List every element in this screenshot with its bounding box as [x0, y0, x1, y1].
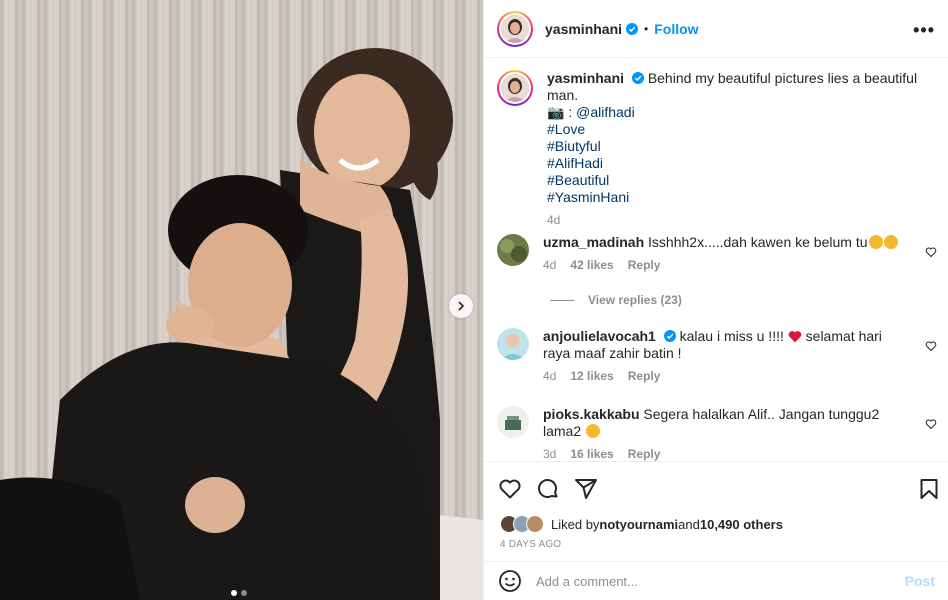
- comment-text: kalau i miss u !!!!: [679, 328, 788, 344]
- comment-username[interactable]: uzma_madinah: [543, 234, 644, 250]
- comment-input[interactable]: [536, 573, 905, 589]
- comment-age: 4d: [543, 369, 557, 383]
- like-comment-heart-icon[interactable]: [925, 246, 937, 258]
- avatar-image: [501, 14, 529, 43]
- more-options-icon[interactable]: •••: [913, 20, 935, 41]
- hashtag-link[interactable]: #AlifHadi: [547, 155, 937, 172]
- credit-prefix: :: [564, 104, 577, 120]
- comment-item: pioks.kakkabu Segera halalkan Alif.. Jan…: [497, 406, 937, 461]
- liker-avatar: [526, 515, 544, 533]
- post-header: yasminhani • Follow •••: [484, 0, 948, 58]
- liked-by-user[interactable]: notyournami: [599, 517, 678, 532]
- header-separator: •: [644, 21, 649, 36]
- comment-icon[interactable]: [536, 477, 560, 501]
- author-username[interactable]: yasminhani: [545, 21, 622, 37]
- verified-badge-icon: [631, 72, 644, 84]
- save-bookmark-icon[interactable]: [917, 477, 941, 501]
- carousel-indicator: [231, 590, 247, 596]
- view-replies-button[interactable]: View replies (23): [550, 293, 682, 307]
- heart-eyes-emoji-icon: [586, 424, 601, 438]
- comment-text: Isshhh2x.....dah kawen ke belum tu: [648, 234, 868, 250]
- astonished-emoji-icon: [883, 235, 898, 249]
- next-photo-button[interactable]: [449, 294, 473, 318]
- likes-summary[interactable]: Liked by notyournami and 10,490 others: [500, 515, 783, 533]
- chevron-right-icon: [458, 301, 465, 311]
- post-date: 4 DAYS AGO: [500, 539, 562, 550]
- hashtag-link[interactable]: #Beautiful: [547, 172, 937, 189]
- reply-button[interactable]: Reply: [628, 368, 661, 385]
- liker-avatars: [500, 515, 544, 533]
- comment-age: 4d: [543, 258, 557, 272]
- likes-middle: and: [678, 516, 700, 532]
- view-replies-label: View replies (23): [588, 293, 682, 307]
- carousel-dot-1: [231, 590, 237, 596]
- avatar-image: [501, 74, 529, 102]
- caption-avatar[interactable]: [497, 70, 533, 106]
- photo-image: [0, 0, 483, 600]
- comment-item: anjoulielavocah1 kalau i miss u !!!! sel…: [497, 328, 937, 385]
- avatar-image: [497, 406, 529, 438]
- like-comment-heart-icon[interactable]: [925, 418, 937, 430]
- hashtag-link[interactable]: #Biutyful: [547, 138, 937, 155]
- astonished-emoji-icon: [868, 235, 883, 249]
- likes-count[interactable]: 10,490 others: [700, 517, 783, 532]
- commenter-avatar[interactable]: [497, 328, 529, 360]
- avatar-image: [497, 234, 529, 266]
- follow-button[interactable]: Follow: [654, 21, 698, 37]
- carousel-dot-2: [241, 590, 247, 596]
- share-send-icon[interactable]: [574, 477, 598, 501]
- commenter-avatar[interactable]: [497, 406, 529, 438]
- add-comment-bar: Post: [484, 561, 948, 600]
- author-avatar[interactable]: [497, 10, 533, 47]
- commenter-avatar[interactable]: [497, 234, 529, 266]
- post-actions: Liked by notyournami and 10,490 others 4…: [484, 461, 948, 561]
- verified-badge-icon: [626, 22, 639, 35]
- camera-emoji-icon: 📷: [547, 104, 565, 120]
- caption-age: 4d: [547, 213, 561, 227]
- reply-button[interactable]: Reply: [628, 257, 661, 274]
- comment-username[interactable]: anjoulielavocah1: [543, 328, 656, 344]
- post-photo[interactable]: [0, 0, 483, 600]
- reply-button[interactable]: Reply: [628, 446, 661, 461]
- comment-item: uzma_madinah Isshhh2x.....dah kawen ke b…: [497, 234, 937, 274]
- post-caption: yasminhani Behind my beautiful pictures …: [497, 70, 937, 229]
- comment-username[interactable]: pioks.kakkabu: [543, 406, 640, 422]
- hashtag-link[interactable]: #Love: [547, 121, 937, 138]
- like-heart-icon[interactable]: [498, 477, 522, 501]
- comment-likes[interactable]: 42 likes: [570, 257, 613, 274]
- comment-likes[interactable]: 12 likes: [570, 368, 613, 385]
- credit-mention-link[interactable]: @alifhadi: [576, 104, 635, 120]
- like-comment-heart-icon[interactable]: [925, 340, 937, 352]
- likes-prefix: Liked by: [551, 516, 600, 532]
- verified-badge-icon: [663, 330, 676, 342]
- hashtag-link[interactable]: #YasminHani: [547, 189, 937, 206]
- red-heart-emoji-icon: [788, 331, 802, 343]
- comment-age: 3d: [543, 447, 557, 461]
- post-comment-button[interactable]: Post: [905, 573, 935, 589]
- avatar-image: [497, 328, 529, 360]
- divider-line: [550, 299, 574, 301]
- caption-username[interactable]: yasminhani: [547, 70, 624, 86]
- comment-likes[interactable]: 16 likes: [570, 446, 613, 461]
- post-details-panel: yasminhani • Follow ••• yasminhani Behin…: [483, 0, 948, 600]
- emoji-picker-icon[interactable]: [498, 569, 522, 593]
- comments-list[interactable]: yasminhani Behind my beautiful pictures …: [484, 58, 948, 461]
